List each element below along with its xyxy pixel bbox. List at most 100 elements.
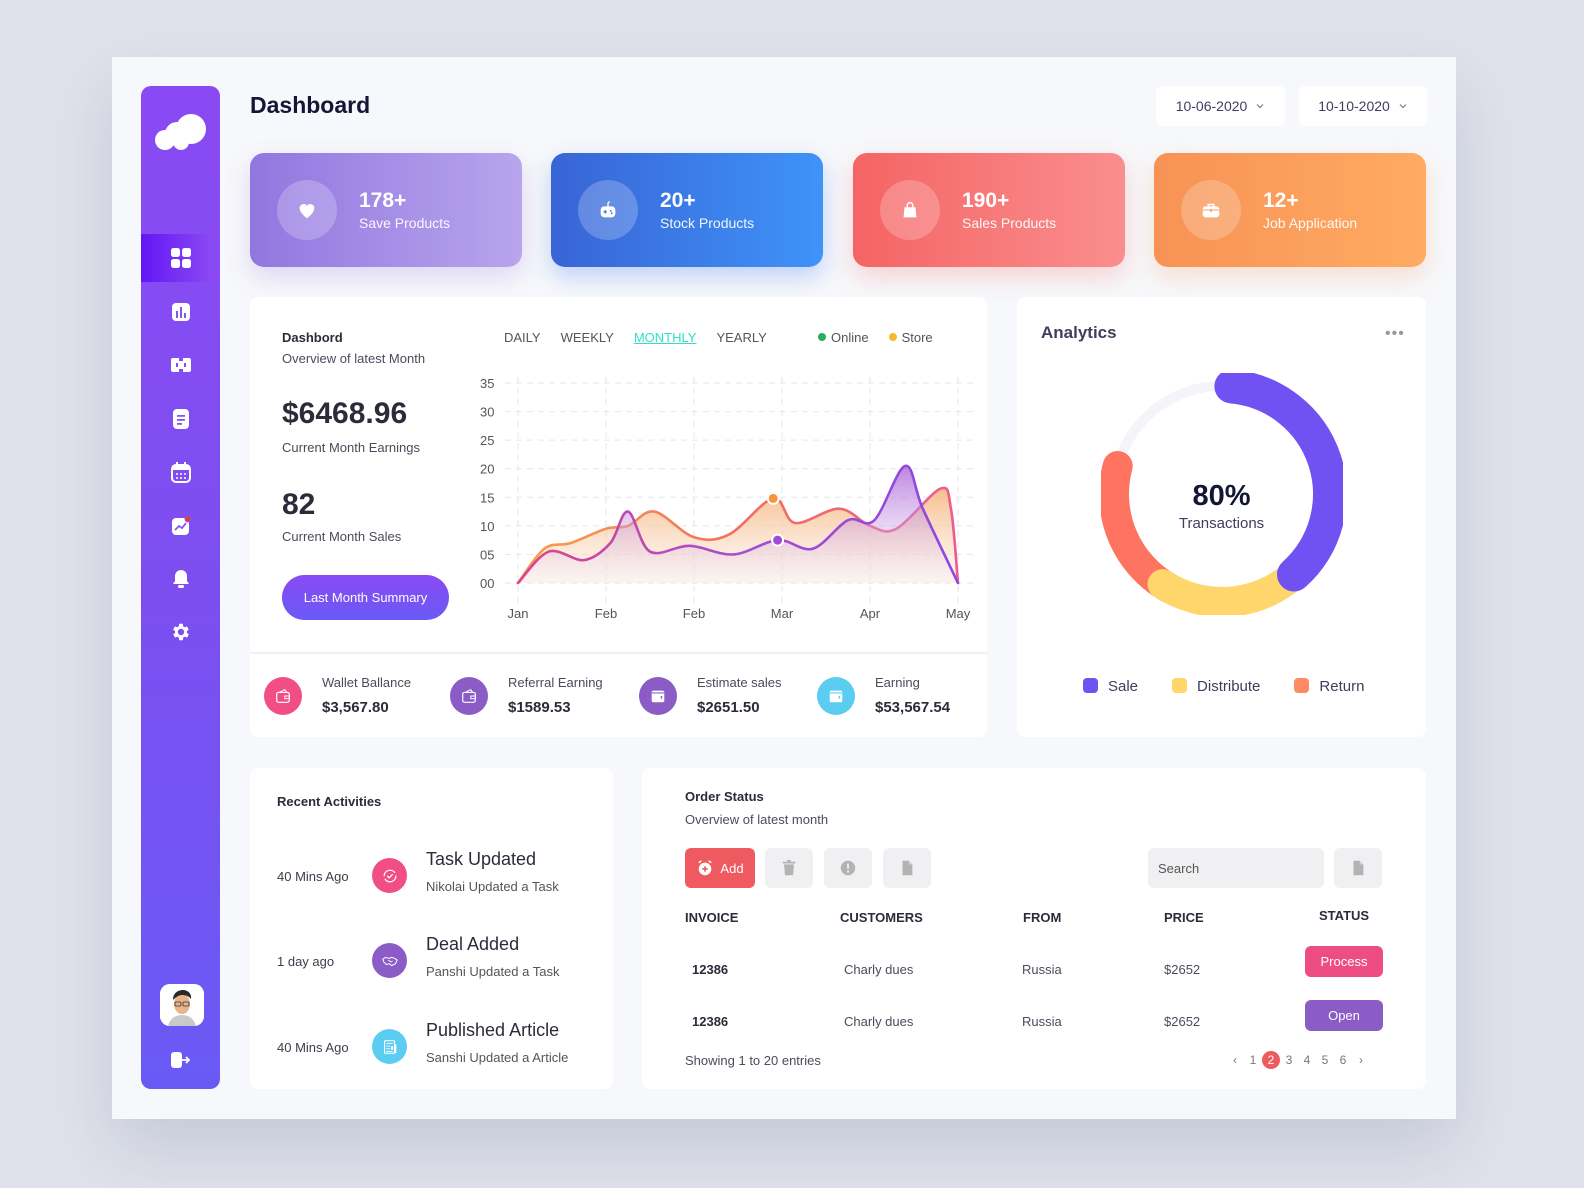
chart-legend: Online Store	[818, 330, 933, 345]
pagination-next-icon[interactable]: ›	[1352, 1051, 1370, 1069]
legend-distribute: Distribute	[1172, 678, 1260, 695]
chevron-down-icon	[1399, 104, 1407, 109]
cell-from: Russia	[1022, 962, 1062, 977]
legend-sale: Sale	[1083, 678, 1138, 695]
y-tick-label: 35	[480, 376, 494, 391]
showing-entries-text: Showing 1 to 20 entries	[685, 1053, 821, 1068]
sidebar-item-analytics[interactable]	[141, 288, 220, 336]
page-2[interactable]: 2	[1262, 1051, 1280, 1069]
activity-time: 40 Mins Ago	[277, 869, 349, 884]
activity-description: Sanshi Updated a Article	[426, 1050, 569, 1065]
handshake-icon	[381, 956, 398, 966]
x-tick-label: Jan	[508, 606, 529, 621]
search-input[interactable]	[1148, 848, 1324, 888]
recent-activities-panel: Recent Activities 40 Mins Ago Task Updat…	[250, 768, 613, 1089]
legend-swatch	[1294, 678, 1310, 693]
legend-return: Return	[1294, 678, 1364, 695]
add-order-button[interactable]: Add	[685, 848, 755, 888]
mini-stat-earning: Earning $53,567.54	[817, 675, 950, 716]
activity-item[interactable]: 1 day ago Deal Added Panshi Updated a Ta…	[277, 934, 597, 994]
legend-swatch	[1083, 678, 1098, 693]
date-to-picker[interactable]: 10-10-2020	[1299, 86, 1427, 126]
mini-stat-value: $53,567.54	[875, 699, 951, 716]
order-status-title: Order Status	[685, 789, 764, 804]
tab-monthly[interactable]: MONTHLY	[634, 330, 697, 345]
task-check-icon	[383, 869, 396, 882]
page-1[interactable]: 1	[1244, 1051, 1262, 1069]
last-month-summary-button[interactable]: Last Month Summary	[282, 575, 449, 620]
more-options-icon[interactable]: •••	[1385, 325, 1405, 343]
alert-button[interactable]	[824, 848, 872, 888]
y-tick-label: 00	[480, 576, 494, 591]
column-header-from[interactable]: FROM	[1023, 910, 1061, 925]
sidebar-item-calendar[interactable]	[141, 448, 220, 496]
stat-card-sales-products[interactable]: 190+ Sales Products	[853, 153, 1125, 267]
sidebar-item-documents[interactable]	[141, 395, 220, 443]
file-button[interactable]	[883, 848, 931, 888]
tab-daily[interactable]: DAILY	[504, 330, 541, 345]
mini-stat-value: $1589.53	[508, 699, 571, 716]
tab-yearly[interactable]: YEARLY	[716, 330, 766, 345]
gear-icon	[172, 623, 189, 641]
stat-label: Sales Products	[962, 215, 1057, 231]
mini-stat-wallet-balance: Wallet Ballance $3,567.80	[264, 675, 411, 716]
export-button[interactable]	[1334, 848, 1382, 888]
sidebar-item-trends[interactable]	[141, 502, 220, 550]
page-3[interactable]: 3	[1280, 1051, 1298, 1069]
column-header-price[interactable]: PRICE	[1164, 910, 1204, 925]
date-from-picker[interactable]: 10-06-2020	[1156, 86, 1285, 126]
logout-icon[interactable]	[169, 1049, 191, 1071]
pagination-prev-icon[interactable]: ‹	[1226, 1051, 1244, 1069]
stat-icon-circle	[277, 180, 337, 240]
stat-card-save-products[interactable]: 178+ Save Products	[250, 153, 522, 267]
analytics-title: Analytics	[1041, 323, 1117, 342]
activity-description: Nikolai Updated a Task	[426, 879, 559, 894]
cell-price: $2652	[1164, 1014, 1201, 1029]
activity-icon-circle	[372, 1029, 407, 1064]
date-to-value: 10-10-2020	[1318, 98, 1390, 114]
exclamation-icon	[840, 860, 856, 876]
activity-item[interactable]: 40 Mins Ago Task Updated Nikolai Updated…	[277, 849, 597, 909]
user-avatar[interactable]	[160, 984, 204, 1026]
sidebar-item-apps[interactable]	[141, 341, 220, 389]
sidebar-item-dashboard[interactable]	[141, 234, 220, 282]
delete-button[interactable]	[765, 848, 813, 888]
status-badge-open[interactable]: Open	[1305, 1000, 1383, 1031]
legend-label: Return	[1319, 678, 1365, 695]
stat-icon-circle	[578, 180, 638, 240]
column-header-invoice[interactable]: INVOICE	[685, 910, 738, 925]
stat-icon-circle	[880, 180, 940, 240]
current-month-earnings-value: $6468.96	[282, 397, 408, 430]
legend-label: Sale	[1108, 678, 1139, 695]
mini-stat-icon-circle	[264, 676, 302, 715]
status-badge-process[interactable]: Process	[1305, 946, 1383, 977]
page-6[interactable]: 6	[1334, 1051, 1352, 1069]
document-icon	[172, 409, 189, 429]
tab-weekly[interactable]: WEEKLY	[561, 330, 614, 345]
sidebar-item-notifications[interactable]	[141, 555, 220, 603]
pagination: ‹ 1 2 3 4 5 6 ›	[1226, 1051, 1370, 1069]
notification-badge	[184, 515, 191, 523]
page-4[interactable]: 4	[1298, 1051, 1316, 1069]
stat-card-job-application[interactable]: 12+ Job Application	[1154, 153, 1426, 267]
user-avatar-image	[160, 984, 204, 1026]
column-header-status[interactable]: STATUS	[1319, 908, 1369, 923]
cloud-logo-icon	[155, 114, 206, 150]
stat-value: 190+	[962, 189, 1010, 212]
x-tick-label: Feb	[683, 606, 705, 621]
activity-title: Published Article	[426, 1020, 560, 1040]
cell-price: $2652	[1164, 962, 1201, 977]
mini-stat-icon-circle	[450, 676, 488, 715]
page-5[interactable]: 5	[1316, 1051, 1334, 1069]
analytics-panel: Analytics ••• 80% Transactions Sale Dist…	[1017, 297, 1426, 737]
activity-item[interactable]: 40 Mins Ago Published Article Sanshi Upd…	[277, 1020, 597, 1080]
highlight-point-store	[766, 491, 780, 505]
stat-card-stock-products[interactable]: 20+ Stock Products	[551, 153, 823, 267]
file-icon	[1353, 860, 1364, 876]
grid-icon	[170, 248, 191, 268]
column-header-customers[interactable]: CUSTOMERS	[840, 910, 923, 925]
overview-title: Dashbord	[282, 330, 343, 345]
sidebar-item-settings[interactable]	[141, 608, 220, 656]
file-icon	[902, 860, 913, 876]
activity-icon-circle	[372, 943, 407, 978]
